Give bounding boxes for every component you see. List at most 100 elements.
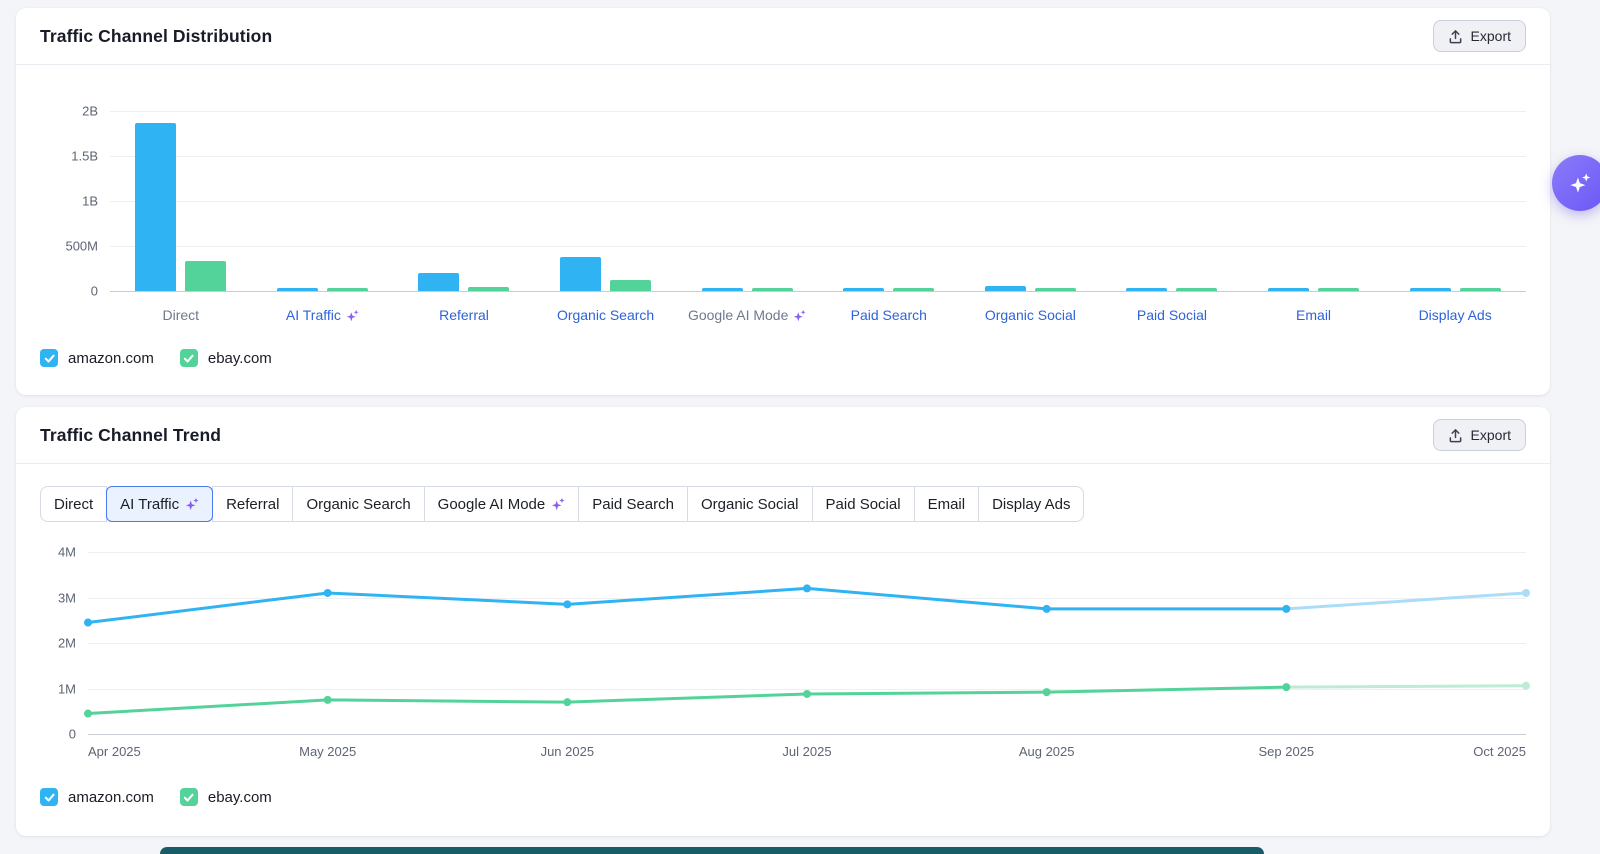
category-label-organic-search[interactable]: Organic Search	[557, 305, 654, 325]
tab-label: Organic Search	[306, 496, 410, 513]
bar-ebay-com-organic-search[interactable]	[610, 280, 651, 291]
bar-amazon-com-display-ads[interactable]	[1410, 288, 1451, 291]
category-label-display-ads[interactable]: Display Ads	[1419, 305, 1492, 325]
bar-group-direct	[110, 111, 252, 291]
tab-label: Organic Social	[701, 496, 799, 513]
grid-line	[88, 734, 1526, 735]
category-label-ai-traffic[interactable]: AI Traffic	[286, 305, 341, 325]
data-point-ebay-com-jul-2025[interactable]	[803, 690, 811, 698]
bar-amazon-com-email[interactable]	[1268, 288, 1309, 291]
legend-label: ebay.com	[208, 350, 272, 367]
check-icon	[43, 791, 56, 804]
tab-label: Email	[928, 496, 966, 513]
tab-paid-search[interactable]: Paid Search	[578, 486, 688, 522]
bar-group-display-ads	[1384, 111, 1526, 291]
category-cell-paid-search: Paid Search	[818, 305, 960, 325]
distribution-card-title: Traffic Channel Distribution	[40, 26, 272, 47]
category-cell-organic-search: Organic Search	[535, 305, 677, 325]
ai-sparkle-icon	[551, 497, 565, 511]
tab-referral[interactable]: Referral	[212, 486, 293, 522]
tab-google-ai-mode[interactable]: Google AI Mode	[424, 486, 580, 522]
bar-ebay-com-organic-social[interactable]	[1035, 288, 1076, 291]
bar-amazon-com-organic-social[interactable]	[985, 286, 1026, 291]
forecast-line-ebay-com	[1286, 686, 1526, 687]
trend-y-axis: 01M2M3M4M	[40, 552, 88, 734]
tab-label: Google AI Mode	[438, 496, 546, 513]
bar-group-ai-traffic	[252, 111, 394, 291]
bar-amazon-com-direct[interactable]	[135, 123, 176, 291]
tab-direct[interactable]: Direct	[40, 486, 107, 522]
category-label-referral[interactable]: Referral	[439, 305, 489, 325]
bar-amazon-com-paid-social[interactable]	[1126, 288, 1167, 291]
bar-amazon-com-paid-search[interactable]	[843, 288, 884, 291]
export-icon	[1448, 428, 1463, 443]
legend-item-amazon-com[interactable]: amazon.com	[40, 349, 154, 367]
ai-sparkle-icon	[1569, 172, 1591, 194]
forecast-line-amazon-com	[1286, 593, 1526, 609]
y-axis-tick: 1.5B	[71, 149, 98, 164]
bar-amazon-com-ai-traffic[interactable]	[277, 288, 318, 291]
data-point-ebay-com-may-2025[interactable]	[324, 696, 332, 704]
tab-organic-social[interactable]: Organic Social	[687, 486, 813, 522]
data-point-amazon-com-aug-2025[interactable]	[1043, 605, 1051, 613]
trend-lines-svg	[88, 552, 1526, 734]
data-point-amazon-com-sep-2025[interactable]	[1282, 605, 1290, 613]
trend-plot-area	[88, 552, 1526, 734]
category-label-paid-social[interactable]: Paid Social	[1137, 305, 1207, 325]
category-label-organic-social[interactable]: Organic Social	[985, 305, 1076, 325]
bar-ebay-com-referral[interactable]	[468, 287, 509, 291]
bar-ebay-com-ai-traffic[interactable]	[327, 288, 368, 291]
x-axis-label-may-2025: May 2025	[299, 744, 356, 759]
bar-amazon-com-referral[interactable]	[418, 273, 459, 291]
bar-ebay-com-paid-social[interactable]	[1176, 288, 1217, 291]
category-cell-paid-social: Paid Social	[1101, 305, 1243, 325]
grid-line	[110, 291, 1526, 292]
axis-spacer	[40, 291, 110, 325]
bar-group-organic-search	[535, 111, 677, 291]
trend-card-title: Traffic Channel Trend	[40, 425, 221, 446]
distribution-export-button[interactable]: Export	[1433, 20, 1526, 52]
distribution-legend: amazon.com ebay.com	[16, 325, 1550, 395]
data-point-amazon-com-may-2025[interactable]	[324, 589, 332, 597]
export-label: Export	[1471, 28, 1511, 44]
bar-ebay-com-google-ai-mode[interactable]	[752, 288, 793, 291]
trend-export-button[interactable]: Export	[1433, 419, 1526, 451]
legend-item-ebay-com[interactable]: ebay.com	[180, 349, 272, 367]
data-point-amazon-com-apr-2025[interactable]	[84, 619, 92, 627]
checkbox-amazon-com[interactable]	[40, 349, 58, 367]
bar-ebay-com-direct[interactable]	[185, 261, 226, 291]
checkbox-ebay-com[interactable]	[180, 788, 198, 806]
bar-ebay-com-paid-search[interactable]	[893, 288, 934, 291]
data-point-ebay-com-apr-2025[interactable]	[84, 710, 92, 718]
bar-amazon-com-organic-search[interactable]	[560, 257, 601, 291]
data-point-amazon-com-jul-2025[interactable]	[803, 584, 811, 592]
x-axis-label-apr-2025: Apr 2025	[88, 744, 141, 759]
data-point-amazon-com-oct-2025[interactable]	[1522, 589, 1530, 597]
category-label-email[interactable]: Email	[1296, 305, 1331, 325]
x-axis-label-jul-2025: Jul 2025	[782, 744, 831, 759]
distribution-y-axis: 0500M1B1.5B2B	[40, 111, 110, 291]
tab-ai-traffic[interactable]: AI Traffic	[106, 486, 213, 522]
data-point-ebay-com-jun-2025[interactable]	[563, 698, 571, 706]
ai-assistant-button[interactable]	[1552, 155, 1600, 211]
checkbox-ebay-com[interactable]	[180, 349, 198, 367]
data-point-ebay-com-sep-2025[interactable]	[1282, 683, 1290, 691]
data-point-amazon-com-jun-2025[interactable]	[563, 600, 571, 608]
bar-amazon-com-google-ai-mode[interactable]	[702, 288, 743, 291]
x-axis-label-sep-2025: Sep 2025	[1258, 744, 1314, 759]
checkbox-amazon-com[interactable]	[40, 788, 58, 806]
legend-item-amazon-com[interactable]: amazon.com	[40, 788, 154, 806]
distribution-bar-chart: 0500M1B1.5B2B DirectAI TrafficReferralOr…	[16, 65, 1550, 325]
tab-label: AI Traffic	[120, 496, 179, 513]
data-point-ebay-com-oct-2025[interactable]	[1522, 682, 1530, 690]
tab-display-ads[interactable]: Display Ads	[978, 486, 1084, 522]
category-cell-organic-social: Organic Social	[960, 305, 1102, 325]
tab-organic-search[interactable]: Organic Search	[292, 486, 424, 522]
legend-item-ebay-com[interactable]: ebay.com	[180, 788, 272, 806]
bar-ebay-com-display-ads[interactable]	[1460, 288, 1501, 291]
tab-email[interactable]: Email	[914, 486, 980, 522]
tab-paid-social[interactable]: Paid Social	[812, 486, 915, 522]
category-label-paid-search[interactable]: Paid Search	[851, 305, 927, 325]
data-point-ebay-com-aug-2025[interactable]	[1043, 688, 1051, 696]
bar-ebay-com-email[interactable]	[1318, 288, 1359, 291]
